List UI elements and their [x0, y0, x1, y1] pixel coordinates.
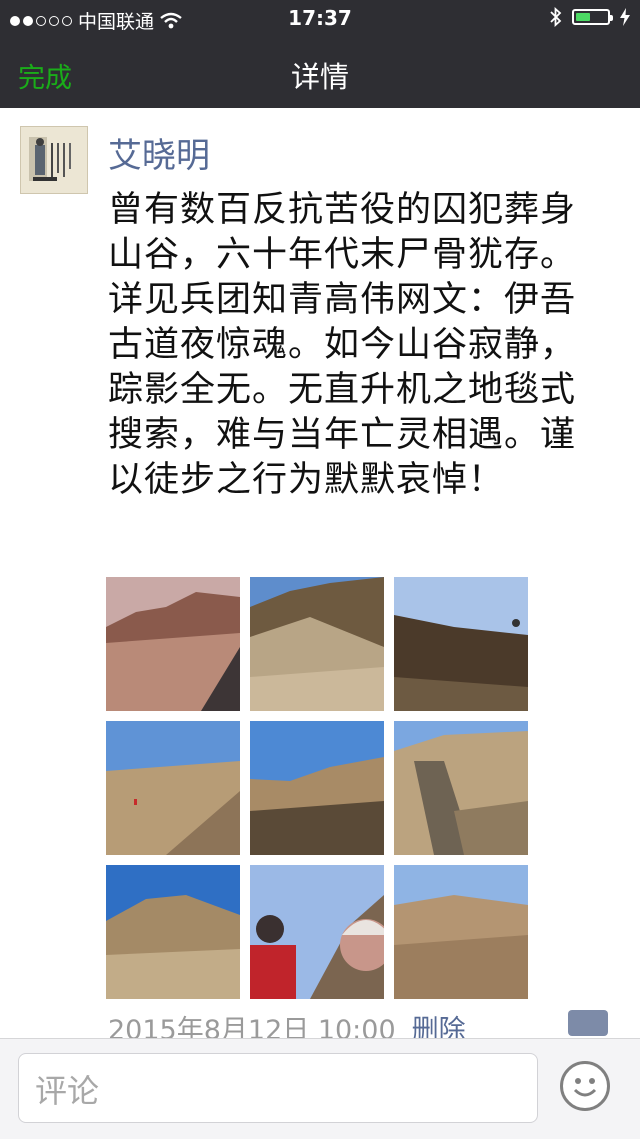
photo-thumbnail[interactable] [394, 721, 528, 855]
battery-icon [572, 9, 613, 25]
top-bar: 中国联通 17:37 完成 详情 [0, 0, 640, 108]
bluetooth-icon [550, 7, 562, 27]
photo-thumbnail[interactable] [250, 721, 384, 855]
photo-thumbnail[interactable] [250, 865, 384, 999]
photo-thumbnail[interactable] [106, 721, 240, 855]
avatar[interactable] [20, 126, 88, 194]
author-name[interactable]: 艾晓明 [108, 128, 210, 177]
nav-bar: 完成 详情 [0, 36, 640, 108]
page-title: 详情 [290, 60, 349, 94]
clock: 17:37 [288, 6, 352, 30]
status-bar: 中国联通 17:37 [0, 0, 640, 36]
photo-thumbnail[interactable] [106, 577, 240, 711]
comment-icon[interactable] [568, 1010, 608, 1036]
photo-thumbnail[interactable] [250, 577, 384, 711]
photo-thumbnail[interactable] [106, 865, 240, 999]
photo-thumbnail[interactable] [394, 865, 528, 999]
photo-grid [106, 577, 530, 999]
comment-input[interactable]: 评论 [18, 1053, 538, 1123]
smiley-icon[interactable] [560, 1061, 610, 1111]
photo-thumbnail[interactable] [394, 577, 528, 711]
post-text: 曾有数百反抗苦役的囚犯葬身山谷，六十年代末尸骨犹存。详见兵团知青高伟网文：伊吾古… [108, 190, 577, 500]
comment-bar: 评论 [0, 1038, 640, 1139]
charging-icon [620, 8, 630, 26]
